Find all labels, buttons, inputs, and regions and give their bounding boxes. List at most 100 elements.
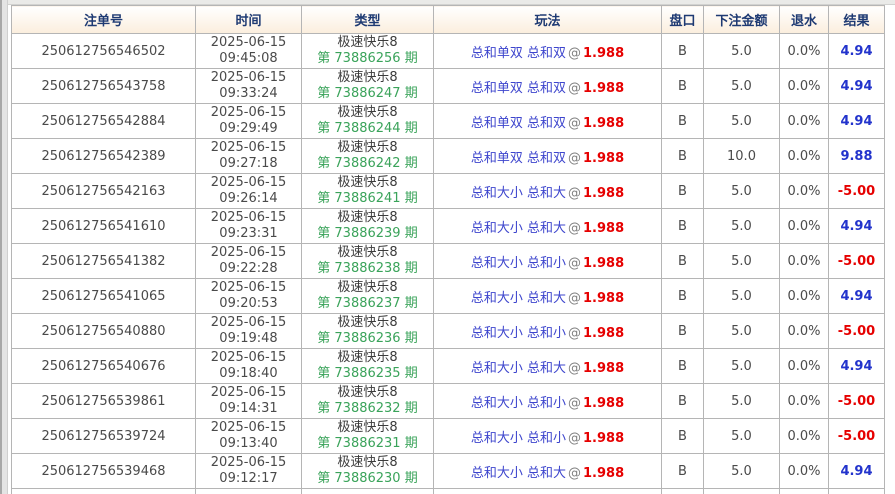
cell-play: 总和大小 总和小 @1.988 — [433, 383, 662, 419]
play-selection: 总和大小 总和小 — [470, 395, 566, 411]
cell-order-id: 250612756539468 — [11, 453, 196, 489]
cell-result: 4.94 — [828, 33, 885, 69]
table-row: 250612756542884 2025-06-15 09:29:49 极速快乐… — [11, 103, 885, 139]
table-row: 250612756540676 2025-06-15 09:18:40 极速快乐… — [11, 348, 885, 384]
cell-market: B — [661, 33, 704, 69]
cell-result: 4.94 — [828, 103, 885, 139]
at-sign: @ — [568, 80, 581, 96]
bet-time: 09:26:14 — [219, 191, 278, 206]
issue-number: 第 73886236 期 — [317, 331, 418, 346]
cell-order-id: 250612756539861 — [11, 383, 196, 419]
cell-order-id: 250612756542884 — [11, 103, 196, 139]
table-row: 250612756542389 2025-06-15 09:27:18 极速快乐… — [11, 138, 885, 174]
cell-rebate: 0.0% — [779, 453, 829, 489]
table-row: 250612756541065 2025-06-15 09:20:53 极速快乐… — [11, 278, 885, 314]
cell-play: 总和大小 总和大 @1.988 — [433, 208, 662, 244]
bet-date: 2025-06-15 — [210, 455, 287, 470]
cell-amount: 5.0 — [703, 103, 780, 139]
col-header-play: 玩法 — [433, 5, 662, 34]
cell-time: 2025-06-15 09:45:08 — [195, 33, 302, 69]
cell-market: B — [661, 313, 704, 349]
issue-number: 第 73886238 期 — [317, 261, 418, 276]
cell-play: 总和大小 总和小 @1.988 — [433, 243, 662, 279]
cell-market: B — [661, 278, 704, 314]
issue-number: 第 73886241 期 — [317, 191, 418, 206]
cell-type: 极速快乐8 第 73886241 期 — [301, 173, 434, 209]
cell-time: 2025-06-15 09:18:40 — [195, 348, 302, 384]
cell-play: 总和单双 总和双 @1.988 — [433, 103, 662, 139]
game-name: 极速快乐8 — [337, 105, 398, 120]
game-name: 极速快乐8 — [337, 210, 398, 225]
cell-amount: 5.0 — [703, 348, 780, 384]
bet-time: 09:29:49 — [219, 121, 278, 136]
result-value: 4.94 — [840, 78, 873, 94]
bet-time: 09:14:31 — [219, 401, 278, 416]
odds-value: 1.988 — [583, 465, 625, 481]
cell-amount — [703, 488, 780, 494]
play-selection: 总和大小 总和小 — [470, 255, 566, 271]
cell-type: 极速快乐8 第 73886244 期 — [301, 103, 434, 139]
table-row: 250612756546502 2025-06-15 09:45:08 极速快乐… — [11, 33, 885, 69]
at-sign: @ — [568, 465, 581, 481]
play-selection: 总和大小 总和大 — [470, 290, 566, 306]
cell-amount: 5.0 — [703, 383, 780, 419]
cell-market: B — [661, 348, 704, 384]
result-value: -5.00 — [837, 393, 876, 409]
bet-time: 09:33:24 — [219, 86, 278, 101]
header-row: 注单号 时间 类型 玩法 盘口 下注金额 退水 结果 — [11, 5, 885, 34]
bet-date: 2025-06-15 — [210, 210, 287, 225]
cell-result: 4.94 — [828, 453, 885, 489]
cell-rebate: 0.0% — [779, 68, 829, 104]
cell-type: 极速快乐8 第 73886239 期 — [301, 208, 434, 244]
issue-number: 第 73886247 期 — [317, 86, 418, 101]
cell-result: 4.94 — [828, 278, 885, 314]
play-selection: 总和大小 总和小 — [470, 430, 566, 446]
cell-amount: 5.0 — [703, 313, 780, 349]
cell-rebate: 0.0% — [779, 418, 829, 454]
at-sign: @ — [568, 115, 581, 131]
bet-time: 09:45:08 — [219, 51, 278, 66]
game-name: 极速快乐8 — [337, 175, 398, 190]
at-sign: @ — [568, 185, 581, 201]
play-selection: 总和大小 总和大 — [470, 220, 566, 236]
cell-market: B — [661, 383, 704, 419]
col-header-rebate: 退水 — [779, 5, 829, 34]
bet-time: 09:12:17 — [219, 471, 278, 486]
result-value: 4.94 — [840, 358, 873, 374]
bet-date: 2025-06-15 — [210, 175, 287, 190]
issue-number: 第 73886237 期 — [317, 296, 418, 311]
result-value: 9.88 — [840, 148, 873, 164]
bet-date: 2025-06-15 — [210, 350, 287, 365]
cell-result: -5.00 — [828, 173, 885, 209]
cell-order-id: 250612756540880 — [11, 313, 196, 349]
cell-type: 极速快乐8 第 73886230 期 — [301, 453, 434, 489]
game-name: 极速快乐8 — [337, 420, 398, 435]
cell-market — [661, 488, 704, 494]
cell-amount: 5.0 — [703, 173, 780, 209]
cell-rebate: 0.0% — [779, 383, 829, 419]
cell-amount: 5.0 — [703, 243, 780, 279]
game-name: 极速快乐8 — [337, 35, 398, 50]
odds-value: 1.988 — [583, 115, 625, 131]
odds-value: 1.988 — [583, 150, 625, 166]
result-value: 4.94 — [840, 463, 873, 479]
cell-play: 总和单双 总和双 @1.988 — [433, 68, 662, 104]
play-selection: 总和大小 总和大 — [470, 185, 566, 201]
cell-play: 总和大小 总和大 @1.988 — [433, 453, 662, 489]
odds-value: 1.988 — [583, 360, 625, 376]
result-value: -5.00 — [837, 428, 876, 444]
cell-rebate: 0.0% — [779, 208, 829, 244]
at-sign: @ — [568, 290, 581, 306]
cell-time: 2025-06-15 09:20:53 — [195, 278, 302, 314]
cell-order-id: 250612756546502 — [11, 33, 196, 69]
cell-rebate: 0.0% — [779, 348, 829, 384]
cell-result: 4.94 — [828, 208, 885, 244]
game-name: 极速快乐8 — [337, 280, 398, 295]
cell-amount: 5.0 — [703, 453, 780, 489]
odds-value: 1.988 — [583, 185, 625, 201]
bet-date: 2025-06-15 — [210, 385, 287, 400]
cell-result: 9.88 — [828, 138, 885, 174]
odds-value: 1.988 — [583, 45, 625, 61]
col-header-order-id: 注单号 — [11, 5, 196, 34]
cell-rebate: 0.0% — [779, 173, 829, 209]
